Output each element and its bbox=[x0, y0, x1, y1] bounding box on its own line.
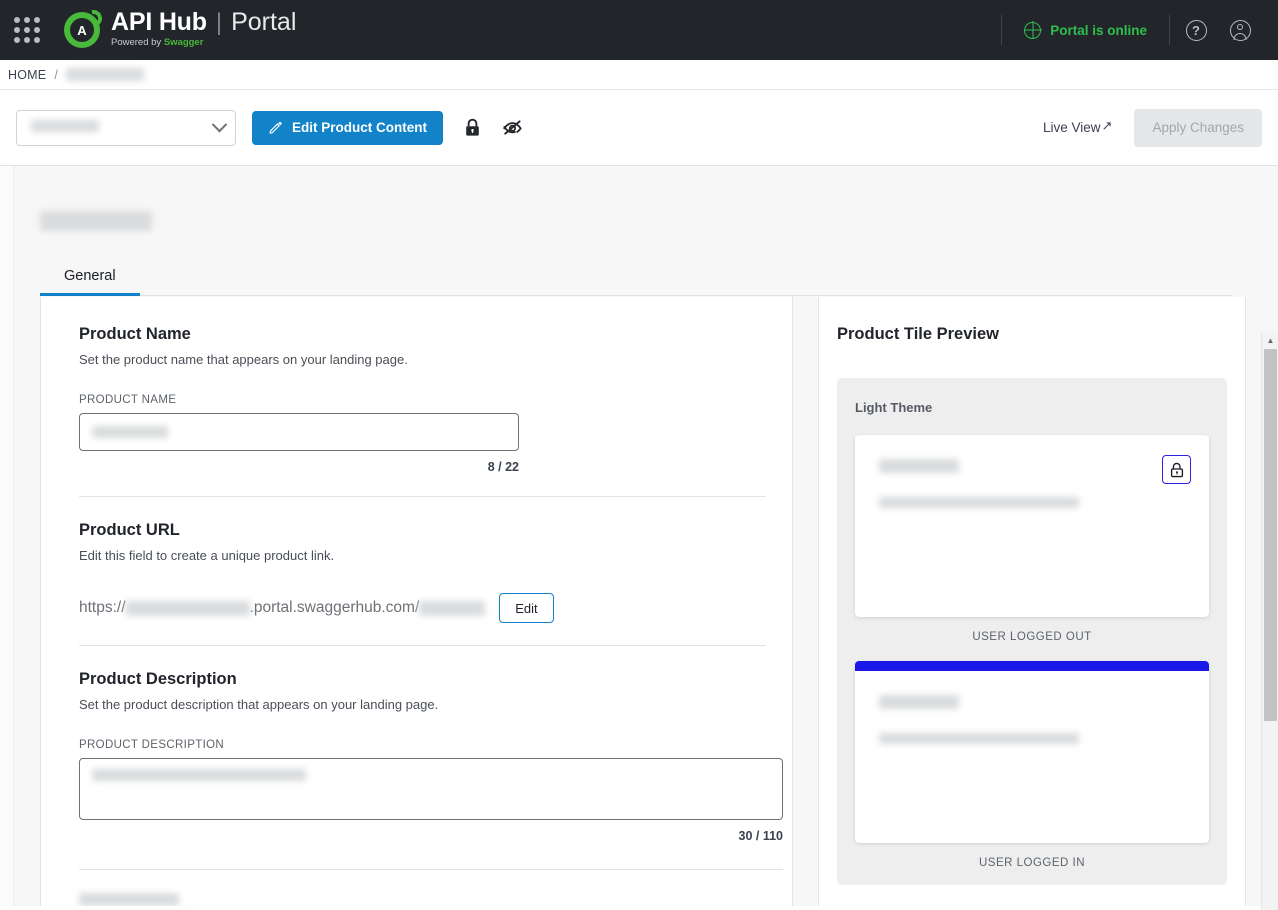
section-divider bbox=[79, 869, 783, 870]
product-name-input[interactable] bbox=[79, 413, 519, 451]
api-hub-logo-icon: A bbox=[64, 6, 106, 48]
product-url-description: Edit this field to create a unique produ… bbox=[79, 548, 335, 563]
light-theme-panel: Light Theme USER LOGGED OUT USER LOGGED … bbox=[837, 378, 1227, 885]
pencil-icon bbox=[269, 121, 282, 134]
preview-tile-logged-in bbox=[855, 661, 1209, 843]
preview-tile-title bbox=[879, 459, 1187, 477]
brand-name: API Hub bbox=[111, 8, 207, 37]
lock-closed-icon bbox=[1170, 462, 1183, 477]
chevron-down-icon bbox=[211, 116, 228, 133]
section-product-name: Product Name Set the product name that a… bbox=[79, 325, 766, 496]
edit-product-content-label: Edit Product Content bbox=[292, 120, 427, 135]
tab-general-label: General bbox=[64, 268, 116, 284]
breadcrumb-separator: / bbox=[54, 67, 58, 82]
general-settings-card: Product Name Set the product name that a… bbox=[40, 297, 793, 906]
user-account-icon bbox=[1229, 19, 1251, 41]
live-view-link[interactable]: Live View ↗ bbox=[1042, 118, 1113, 135]
product-select[interactable] bbox=[16, 109, 236, 146]
scrollbar-thumb[interactable] bbox=[1264, 349, 1277, 721]
breadcrumb-home[interactable]: HOME bbox=[8, 68, 46, 82]
page-content: General Product Name Set the product nam… bbox=[14, 166, 1278, 906]
preview-tile-description-redacted bbox=[879, 733, 1079, 744]
left-nav-rail bbox=[0, 166, 14, 906]
section-product-url: Product URL Edit this field to create a … bbox=[79, 496, 766, 645]
product-name-heading: Product Name bbox=[79, 325, 191, 343]
apply-changes-button[interactable]: Apply Changes bbox=[1134, 108, 1262, 147]
next-section-heading bbox=[79, 892, 766, 906]
section-product-description: Product Description Set the product desc… bbox=[79, 645, 783, 865]
product-url-heading: Product URL bbox=[79, 521, 180, 539]
toolbar-right-actions: Live View ↗ Apply Changes bbox=[1042, 108, 1262, 147]
question-mark-icon: ? bbox=[1185, 19, 1207, 41]
preview-tile-lock-badge bbox=[1162, 455, 1191, 484]
product-toolbar: Edit Product Content Live View ↗ Apply C… bbox=[0, 90, 1278, 166]
apps-grid-icon[interactable] bbox=[10, 13, 44, 47]
product-tile-preview-card: Product Tile Preview Light Theme USER LO… bbox=[818, 297, 1246, 906]
product-name-description: Set the product name that appears on you… bbox=[79, 352, 408, 367]
eye-off-icon[interactable] bbox=[501, 117, 523, 139]
account-button[interactable] bbox=[1218, 8, 1262, 52]
product-url-value: https:// .portal.swaggerhub.com/ bbox=[79, 599, 486, 617]
product-url-row: https:// .portal.swaggerhub.com/ Edit bbox=[79, 593, 766, 623]
tab-general[interactable]: General bbox=[40, 260, 140, 296]
breadcrumb-current-redacted[interactable] bbox=[65, 68, 144, 81]
preview-tile-logged-out bbox=[855, 435, 1209, 617]
globe-icon bbox=[1024, 21, 1042, 39]
divider bbox=[1169, 15, 1170, 45]
product-name-value-redacted bbox=[92, 426, 168, 438]
brand-product: Portal bbox=[231, 8, 297, 37]
breadcrumb: HOME / bbox=[0, 60, 1278, 90]
brand-tagline-prefix: Powered by bbox=[111, 37, 162, 49]
preview-caption-logged-in: USER LOGGED IN bbox=[978, 857, 1086, 869]
panels: Product Name Set the product name that a… bbox=[40, 297, 1278, 906]
lock-closed-icon[interactable] bbox=[461, 117, 483, 139]
page-body: General Product Name Set the product nam… bbox=[0, 166, 1278, 910]
product-description-description: Set the product description that appears… bbox=[79, 697, 439, 712]
page-title bbox=[40, 210, 1278, 238]
page-title-redacted bbox=[40, 211, 152, 231]
portal-status-indicator[interactable]: Portal is online bbox=[1006, 21, 1165, 39]
live-view-label: Live View bbox=[1042, 120, 1101, 135]
app-root: A API Hub | Portal Powered by Swagger Po… bbox=[0, 0, 1278, 910]
edit-product-content-button[interactable]: Edit Product Content bbox=[252, 110, 443, 145]
product-description-field-label: PRODUCT DESCRIPTION bbox=[79, 739, 225, 751]
preview-tile-title bbox=[879, 695, 1187, 713]
preview-tile-title-redacted bbox=[879, 459, 959, 473]
product-url-org-redacted bbox=[125, 600, 250, 616]
preview-title: Product Tile Preview bbox=[837, 325, 1000, 343]
divider bbox=[1001, 15, 1003, 45]
top-bar-actions: Portal is online ? bbox=[997, 0, 1262, 60]
product-description-counter: 30 / 110 bbox=[738, 829, 784, 843]
product-url-prefix: https:// bbox=[79, 599, 126, 616]
external-link-arrow-icon: ↗ bbox=[1101, 118, 1113, 133]
scroll-up-arrow-icon[interactable]: ▲ bbox=[1262, 332, 1278, 349]
product-url-slug-redacted bbox=[419, 600, 486, 616]
preview-tile-description bbox=[879, 497, 1187, 511]
preview-tile-description-redacted bbox=[879, 497, 1079, 508]
product-select-value-redacted bbox=[31, 120, 99, 132]
brand-separator: | bbox=[215, 9, 223, 37]
product-name-field-label: PRODUCT NAME bbox=[79, 394, 177, 406]
product-description-value-redacted bbox=[92, 769, 306, 781]
portal-status-label: Portal is online bbox=[1050, 22, 1147, 38]
preview-tile-title-redacted bbox=[879, 695, 959, 709]
product-name-counter: 8 / 22 bbox=[487, 460, 519, 474]
preview-tile-description bbox=[879, 733, 1187, 747]
product-url-edit-button[interactable]: Edit bbox=[499, 593, 554, 623]
product-description-textarea[interactable] bbox=[79, 758, 783, 820]
preview-tile-accent-bar bbox=[855, 661, 1209, 671]
product-url-domain: .portal.swaggerhub.com/ bbox=[249, 599, 420, 616]
vertical-scrollbar[interactable]: ▲ ▼ bbox=[1261, 332, 1278, 910]
product-description-heading: Product Description bbox=[79, 670, 237, 688]
brand-tagline-swagger: Swagger bbox=[163, 37, 204, 49]
logo-letter: A bbox=[77, 22, 87, 38]
help-button[interactable]: ? bbox=[1174, 8, 1218, 52]
brand-logo[interactable]: A API Hub | Portal Powered by Swagger bbox=[64, 6, 297, 50]
preview-caption-logged-out: USER LOGGED OUT bbox=[972, 631, 1092, 643]
tab-bar: General bbox=[40, 260, 1232, 296]
theme-label: Light Theme bbox=[855, 400, 933, 415]
top-bar: A API Hub | Portal Powered by Swagger Po… bbox=[0, 0, 1278, 60]
next-section-heading-clipped bbox=[79, 893, 179, 906]
